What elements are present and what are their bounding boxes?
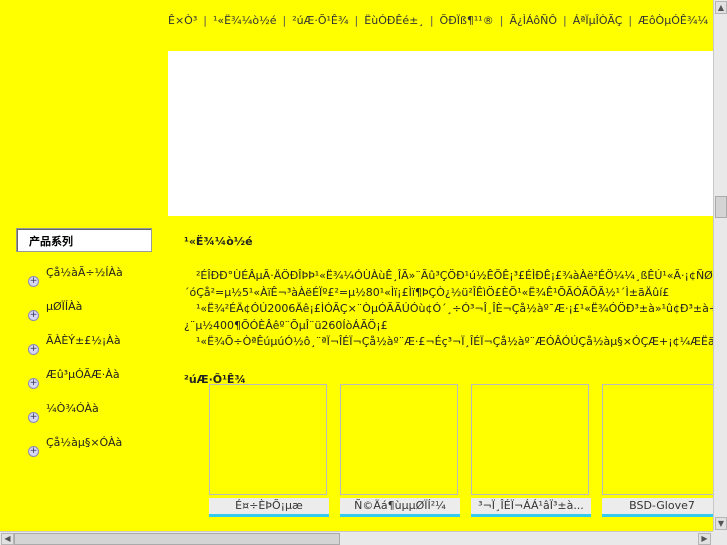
product-caption[interactable]: BSD-Glove7 [602,498,722,517]
about-line: ¿¨µ½400¶ÕÓÈÂêº¨ÕµÎ¨ü260ÍòÁÃÖ¡£ [184,318,388,332]
nav-item-about[interactable]: ¹«Ë¾¼ò½é [213,14,277,27]
about-title: ¹«Ë¾¼ò½é [184,235,253,248]
scroll-left-icon[interactable]: ◀ [1,533,14,545]
expand-plus-icon[interactable]: + [28,344,39,355]
vertical-scroll-thumb[interactable] [715,196,727,218]
nav-separator: | [563,14,567,27]
about-line: ¹«Ë¾²ÉÄ¢ÓÚ2006Äê¡£ÌÓÃÇ×¨ÒµÓÃÃÚÓù¢Ó´¸÷Ó³¬… [196,302,713,315]
product-image[interactable] [471,384,589,495]
sidebar-item[interactable]: + Çå½àµ§×ÓÀà [28,432,123,466]
scroll-down-icon[interactable]: ▼ [715,517,727,530]
about-line: ²ÉÎÐÐ°ÙÉÂµÃ·ÄÖÐÎÞÞ¹«Ë¾¼ÓÙÀùÊ¸ÎÃ»¨Ãû³ÇÖÐ¹… [196,269,713,282]
about-line: ¹«Ë¾Õ÷ÒªÊúµúÓ½ô¸¨ªÏ¬ÎÉÏ¬Çå½àº¨Æ·£¬Éç³¬Ï¸… [196,335,713,348]
expand-plus-icon[interactable]: + [28,412,39,423]
scroll-right-icon[interactable]: ▶ [698,533,711,545]
nav-separator: | [354,14,359,27]
nav-item-home[interactable]: Ê×Ò³ [168,14,197,27]
sidebar-item[interactable]: + Çå½àÃ÷½ÍÀà [28,262,123,296]
expand-plus-icon[interactable]: + [28,310,39,321]
nav-item-guestbook[interactable]: Ã¿ÌÁôÑÔ [509,14,557,27]
nav-separator: | [628,14,633,27]
nav-separator: | [203,14,207,27]
horizontal-scrollbar[interactable]: ◀ ▶ [0,531,713,545]
banner [168,51,713,216]
nav-separator: | [282,14,287,27]
nav-item-recruit[interactable]: ÕÐÏß¶¹¹® [440,14,494,27]
product-image[interactable] [209,384,327,495]
about-line: ´óÇå²=µ½5¹«ÀïÊ¬³àÀëÉÏº£²=µ½80¹«Ìï¡£Ìï¶ÞÇ… [184,285,670,299]
nav-item-contact[interactable]: ÁªÏµÎÒÃÇ [573,14,623,27]
product-caption[interactable]: É¤÷ÈÞÕ¡µæ [209,498,329,517]
nav-separator: | [429,14,434,27]
expand-plus-icon[interactable]: + [28,378,39,389]
sidebar-item-label[interactable]: Çå½àµ§×ÓÀà [46,436,122,449]
sidebar-item[interactable]: + µØÏÍÀà [28,296,123,330]
nav-item-news[interactable]: ËùÓÐÊé±¸ [364,14,424,27]
vertical-scrollbar[interactable]: ▲ ▼ [713,0,727,531]
sidebar-item-label[interactable]: µØÏÍÀà [46,300,82,313]
expand-plus-icon[interactable]: + [28,276,39,287]
nav-item-products[interactable]: ²úÆ·Õ¹Ê¾ [292,14,348,27]
sidebar-item-label[interactable]: ¼Ò¾ÓÀà [46,402,99,415]
nav-separator: | [499,14,504,27]
sidebar-item-label[interactable]: Æû³µÓÃÆ·Àà [46,368,120,381]
sidebar-item[interactable]: + ÃÀÈÝ±£½¡Àà [28,330,123,364]
sidebar-item-label[interactable]: ÃÀÈÝ±£½¡Àà [46,334,121,347]
sidebar-title: 产品系列 [16,228,152,252]
product-image[interactable] [602,384,720,495]
sidebar-item-label[interactable]: Çå½àÃ÷½ÍÀà [46,266,123,279]
top-nav: Ê×Ò³ | ¹«Ë¾¼ò½é | ²úÆ·Õ¹Ê¾ | ËùÓÐÊé±¸ | ÕÐÏß¶¹¹®… [168,14,713,36]
product-image[interactable] [340,384,458,495]
about-paragraph: ²ÉÎÐÐ°ÙÉÂµÃ·ÄÖÐÎÞÞ¹«Ë¾¼ÓÙÀùÊ¸ÎÃ»¨Ãû³ÇÖÐ¹… [184,268,713,351]
nav-item-mail[interactable]: ÆôÒµÓÊ¾¼ [638,14,708,27]
sidebar-item[interactable]: + ¼Ò¾ÓÀà [28,398,123,432]
sidebar-list: + Çå½àÃ÷½ÍÀà + µØÏÍÀà + ÃÀÈÝ±£½¡Àà + Æû³µÓÃÆ… [28,262,123,466]
scrollbar-corner [713,531,727,545]
horizontal-scroll-thumb[interactable] [14,533,340,545]
product-caption[interactable]: Ñ©Äá¶ùµµØÏÍ²¼ [340,498,460,517]
sidebar-item[interactable]: + Æû³µÓÃÆ·Àà [28,364,123,398]
scroll-up-icon[interactable]: ▲ [715,1,727,14]
product-caption[interactable]: ³¬Ï¸ÎÉÏ¬ÁÁ¹âÏ³±à... [471,498,591,517]
expand-plus-icon[interactable]: + [28,446,39,457]
